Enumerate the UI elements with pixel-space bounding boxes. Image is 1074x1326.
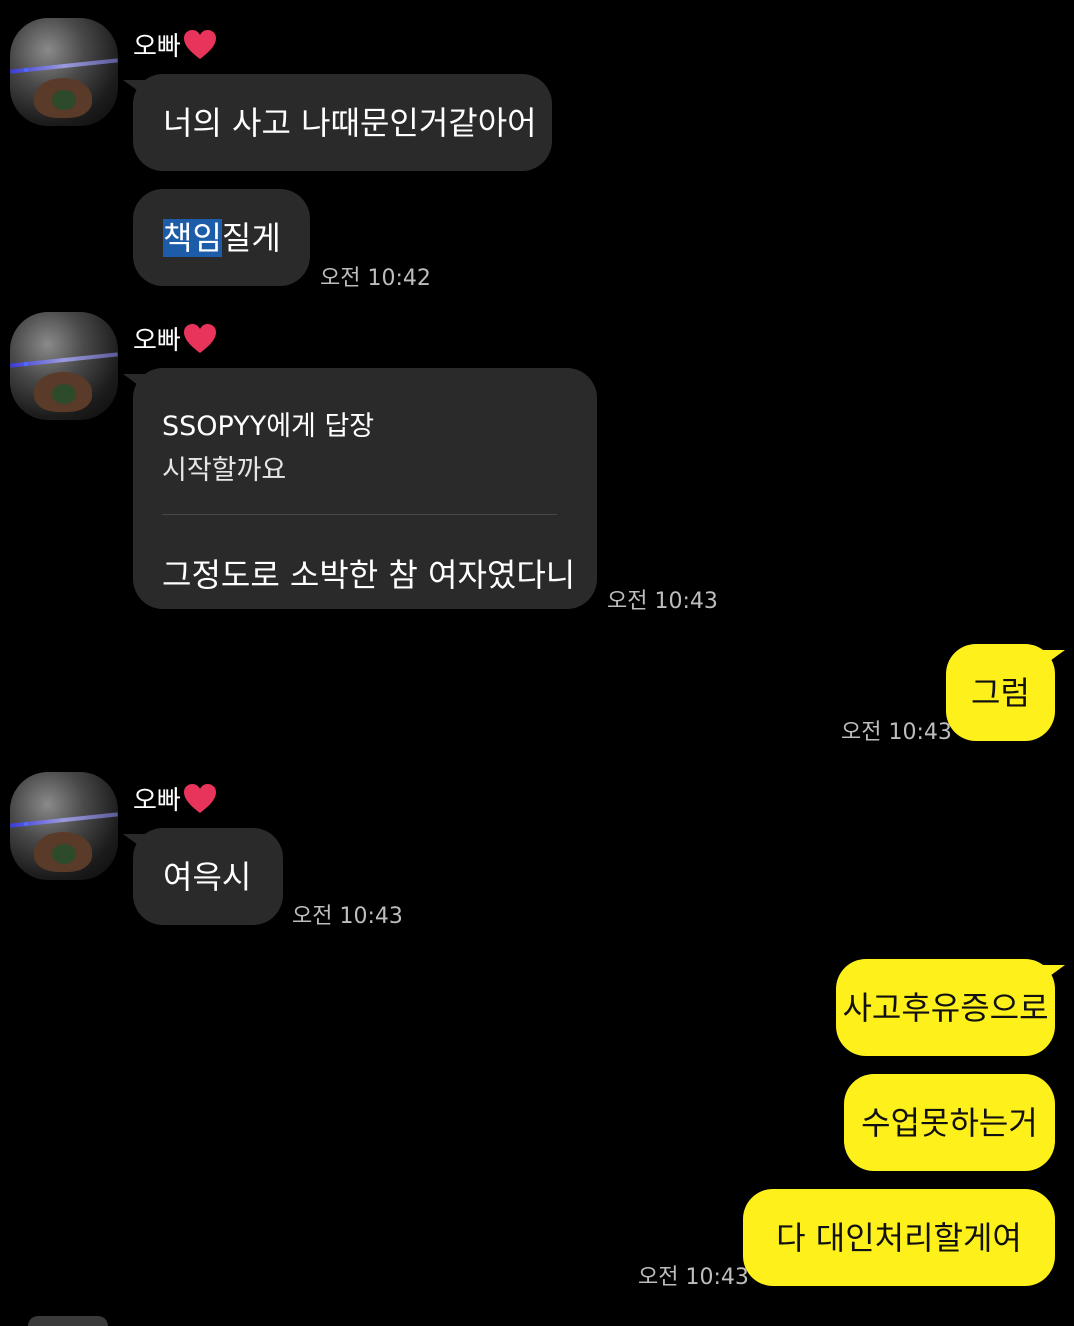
message-text: 여윽시 (163, 857, 252, 896)
message-text: 사고후유증으로 (842, 988, 1049, 1027)
avatar[interactable] (10, 18, 118, 126)
avatar[interactable] (10, 772, 118, 880)
reply-message-bubble[interactable]: SSOPYY에게 답장 시작할까요 그정도로 소박한 참 여자였다니 (123, 368, 597, 609)
message-timestamp: 오전 10:43 (638, 1265, 749, 1290)
message-text: 너의 사고 나때문인거같아어 (163, 103, 537, 142)
sender-name: 오빠 (133, 26, 217, 63)
avatar-partial (28, 1316, 108, 1326)
message-timestamp: 오전 10:43 (841, 720, 952, 745)
message-text: 책임질게 (163, 218, 281, 257)
message-bubble[interactable]: 여윽시 (123, 828, 283, 925)
message-text: 그럼 (971, 673, 1030, 712)
sender-name-text: 오빠 (133, 786, 181, 816)
my-message-bubble[interactable]: 사고후유증으로 (836, 959, 1065, 1056)
sender-name: 오빠 (133, 780, 217, 817)
message-text: 다 대인처리할게여 (776, 1218, 1022, 1257)
sender-name: 오빠 (133, 320, 217, 357)
my-message-bubble[interactable]: 그럼 (946, 644, 1065, 741)
my-message-bubble[interactable]: 다 대인처리할게여 (743, 1189, 1055, 1286)
heart-icon (183, 323, 216, 353)
sender-name-text: 오빠 (133, 326, 181, 356)
heart-icon (183, 783, 216, 813)
message-text: 수업못하는거 (861, 1103, 1038, 1142)
reply-to-label: SSOPYY에게 답장 (162, 411, 375, 442)
heart-icon (183, 29, 216, 59)
message-timestamp: 오전 10:42 (320, 266, 431, 291)
quoted-message[interactable]: 시작할까요 (162, 448, 286, 487)
avatar[interactable] (10, 312, 118, 420)
message-bubble[interactable]: 너의 사고 나때문인거같아어 (123, 74, 552, 171)
message-timestamp: 오전 10:43 (607, 589, 718, 614)
message-bubble[interactable]: 책임질게 (133, 189, 310, 286)
message-text-rest: 질게 (221, 218, 281, 257)
highlighted-text: 책임 (163, 218, 222, 257)
sender-name-text: 오빠 (133, 32, 181, 62)
reply-divider (162, 514, 557, 515)
message-timestamp: 오전 10:43 (292, 904, 403, 929)
my-message-bubble[interactable]: 수업못하는거 (844, 1074, 1055, 1171)
message-text: 그정도로 소박한 참 여자였다니 (162, 556, 576, 594)
